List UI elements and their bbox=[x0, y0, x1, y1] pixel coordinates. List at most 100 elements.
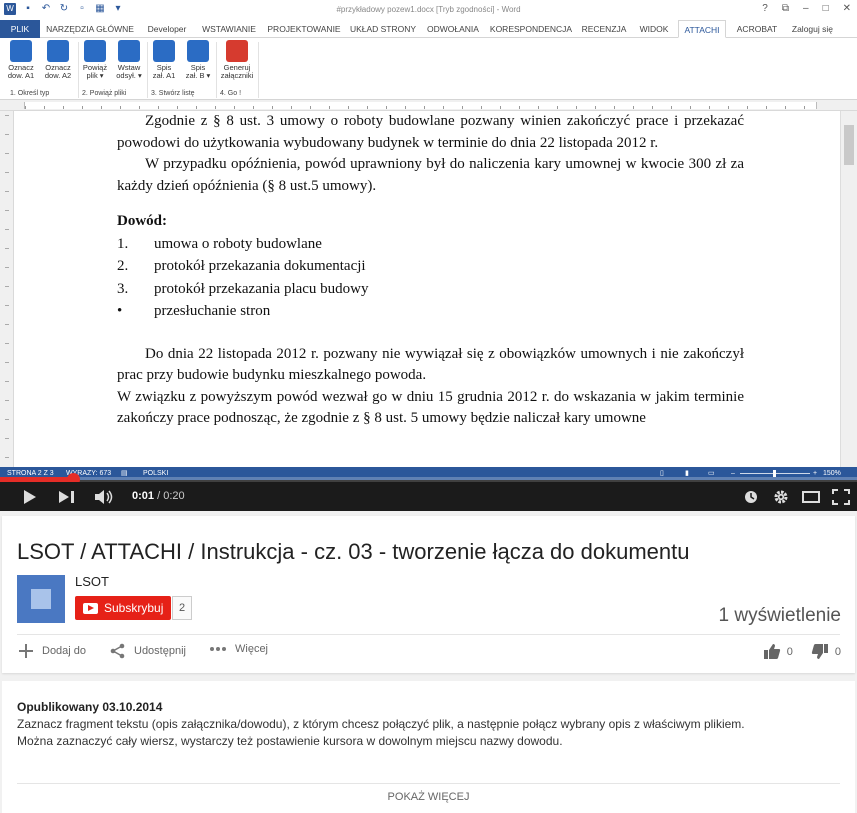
youtube-watch-page: W ▪ ↶ ↻ ▫ ▦ ▾ #przykładowy pozew1.docx [… bbox=[0, 0, 857, 813]
play-icon bbox=[24, 490, 36, 504]
thumbs-up-icon bbox=[763, 644, 780, 659]
tab-file: PLIK bbox=[0, 20, 40, 38]
evidence-item: • przesłuchanie stron bbox=[117, 303, 271, 319]
word-titlebar: W ▪ ↶ ↻ ▫ ▦ ▾ #przykładowy pozew1.docx [… bbox=[0, 0, 857, 20]
show-more-button[interactable]: POKAŻ WIĘCEJ bbox=[2, 791, 855, 803]
tab-review: RECENZJA bbox=[581, 24, 627, 34]
settings-button[interactable] bbox=[771, 488, 791, 506]
evidence-item: 2. protokół przekazania dokumentacji bbox=[117, 258, 366, 274]
window-title: #przykładowy pozew1.docx [Tryb zgodności… bbox=[336, 5, 521, 14]
fullscreen-button[interactable] bbox=[830, 488, 852, 506]
link-file-button: Powiąż plik ▾ bbox=[80, 40, 110, 88]
next-button[interactable] bbox=[56, 488, 78, 506]
video-info-card: LSOT / ATTACHI / Instrukcja - cz. 03 - t… bbox=[2, 516, 855, 673]
video-description: Opublikowany 03.10.2014 Zaznacz fragment… bbox=[2, 681, 855, 813]
video-title: LSOT / ATTACHI / Instrukcja - cz. 03 - t… bbox=[17, 539, 690, 564]
view-count: 1 wyświetlenie bbox=[718, 605, 842, 626]
theater-icon bbox=[802, 491, 820, 503]
doc-paragraph: W przypadku opóźnienia, powód uprawniony… bbox=[117, 156, 744, 194]
gear-icon bbox=[774, 490, 788, 504]
subscriber-count: 2 bbox=[172, 596, 193, 620]
share-icon bbox=[110, 643, 125, 659]
more-dots-icon bbox=[210, 647, 226, 651]
group-label: 3. Stwórz listę bbox=[151, 90, 195, 97]
window-controls: ? ⧉ – □ ✕ bbox=[762, 3, 851, 14]
channel-name[interactable]: LSOT bbox=[75, 574, 109, 589]
divider bbox=[17, 783, 840, 784]
group-label: 2. Powiąż pliki bbox=[82, 90, 127, 97]
fullscreen-icon bbox=[832, 489, 850, 505]
rating-bar: 0 0 bbox=[763, 643, 841, 660]
doc-paragraph: Do dnia 22 listopada 2012 r. pozwany nie… bbox=[117, 345, 744, 384]
vertical-ruler bbox=[0, 111, 14, 467]
clock-icon bbox=[745, 491, 757, 503]
group-separator bbox=[147, 42, 148, 98]
channel-avatar[interactable] bbox=[17, 575, 65, 623]
tab-mailings: KORESPONDENCJA bbox=[489, 24, 573, 34]
tab-attachi: ATTACHI bbox=[678, 20, 726, 38]
mark-evidence-a2-button: Oznacz dow. A2 bbox=[41, 40, 75, 88]
video-frame-word-window: W ▪ ↶ ↻ ▫ ▦ ▾ #przykładowy pozew1.docx [… bbox=[0, 0, 857, 480]
thumbs-down-icon bbox=[811, 644, 828, 659]
add-to-button[interactable]: Dodaj do bbox=[18, 643, 86, 659]
tab-insert: WSTAWIANIE bbox=[202, 24, 256, 34]
tab-view: WIDOK bbox=[639, 24, 669, 34]
group-separator bbox=[258, 42, 259, 98]
help-icon: ? bbox=[762, 3, 768, 14]
next-icon bbox=[59, 491, 74, 503]
volume-button[interactable] bbox=[93, 488, 115, 506]
tab-design: PROJEKTOWANIE bbox=[267, 24, 341, 34]
group-separator bbox=[78, 42, 79, 98]
tab-references: ODWOŁANIA bbox=[427, 24, 479, 34]
close-icon: ✕ bbox=[842, 3, 851, 14]
evidence-item: 1. umowa o roboty budowlane bbox=[117, 235, 322, 252]
tab-acrobat: ACROBAT bbox=[736, 24, 778, 34]
insert-ref-icon bbox=[118, 40, 140, 62]
plus-icon bbox=[19, 644, 33, 658]
document-page: Zgodnie z § 8 ust. 3 umowy o roboty budo… bbox=[18, 111, 838, 467]
duration: 0:20 bbox=[163, 490, 185, 502]
publish-date: Opublikowany 03.10.2014 bbox=[17, 700, 163, 714]
insert-reference-button: Wstaw odsył. ▾ bbox=[113, 40, 145, 88]
group-label: 4. Go ! bbox=[220, 90, 242, 97]
watch-later-button[interactable] bbox=[742, 488, 760, 506]
doc-paragraph: Zgodnie z § 8 ust. 3 umowy o roboty budo… bbox=[117, 113, 744, 151]
group-separator bbox=[216, 42, 217, 98]
tab-developer: Developer bbox=[147, 24, 187, 34]
divider bbox=[17, 634, 840, 635]
ribbon-options-icon: ⧉ bbox=[781, 3, 789, 14]
play-button[interactable] bbox=[20, 488, 40, 506]
zoom-slider-knob bbox=[773, 470, 776, 477]
player-controls: 0:01 / 0:20 bbox=[0, 482, 857, 511]
list-attachments-b-button: Spis zał. B ▾ bbox=[182, 40, 214, 88]
ribbon-tabs: PLIK NARZĘDZIA GŁÓWNE Developer WSTAWIAN… bbox=[0, 20, 857, 38]
mark-a1-icon bbox=[10, 40, 32, 62]
mark-evidence-a1-button: Oznacz dow. A1 bbox=[4, 40, 38, 88]
like-button[interactable]: 0 bbox=[763, 643, 793, 660]
description-text: Zaznacz fragment tekstu (opis załącznika… bbox=[17, 717, 745, 748]
list-attachments-a1-button: Spis zał. A1 bbox=[149, 40, 179, 88]
attachi-ribbon: Oznacz dow. A1 Oznacz dow. A2 Powiąż pli… bbox=[0, 38, 857, 100]
word-scrollbar bbox=[840, 111, 857, 467]
video-player[interactable]: W ▪ ↶ ↻ ▫ ▦ ▾ #przykładowy pozew1.docx [… bbox=[0, 0, 857, 511]
list-a1-icon bbox=[153, 40, 175, 62]
minimize-icon: – bbox=[803, 3, 809, 14]
doc-paragraph: W związku z powyższym powód wezwał go w … bbox=[117, 388, 744, 427]
time-display: 0:01 / 0:20 bbox=[132, 490, 185, 502]
maximize-icon: □ bbox=[822, 3, 829, 14]
mark-a2-icon bbox=[47, 40, 69, 62]
more-actions-button[interactable]: Więcej bbox=[209, 643, 268, 655]
volume-icon bbox=[95, 490, 113, 504]
subscribe-button[interactable]: Subskrybuj bbox=[75, 596, 171, 620]
evidence-heading: Dowód: bbox=[117, 213, 168, 229]
avatar-logo-icon bbox=[31, 589, 51, 609]
generate-icon bbox=[226, 40, 248, 62]
theater-mode-button[interactable] bbox=[800, 488, 822, 506]
list-b-icon bbox=[187, 40, 209, 62]
share-button[interactable]: Udostępnij bbox=[110, 643, 186, 659]
youtube-logo-icon bbox=[83, 602, 98, 614]
sign-in-link: Zaloguj się bbox=[791, 24, 833, 34]
generate-attachments-button: Generuj załączniki bbox=[218, 40, 256, 88]
tab-home: NARZĘDZIA GŁÓWNE bbox=[46, 24, 134, 34]
dislike-button[interactable]: 0 bbox=[811, 643, 841, 660]
